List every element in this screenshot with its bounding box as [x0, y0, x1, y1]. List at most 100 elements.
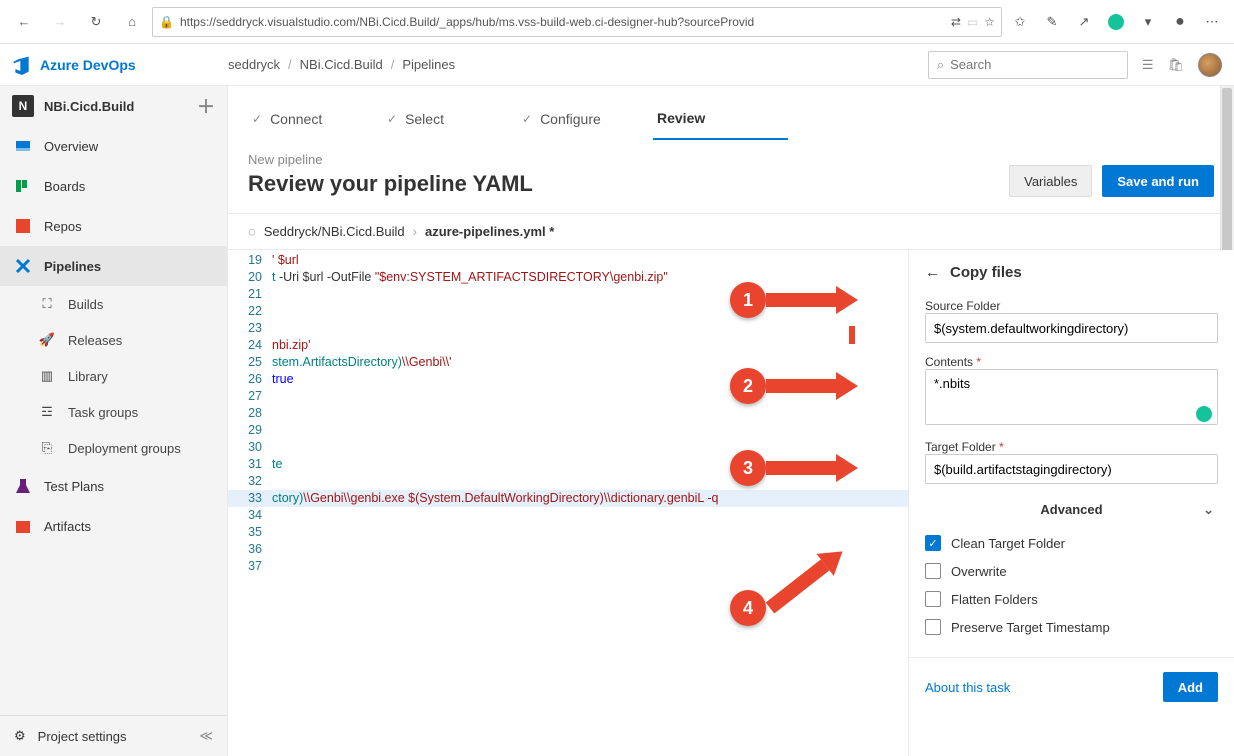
- code-line[interactable]: 22: [228, 303, 908, 320]
- target-folder-label: Target Folder *: [925, 440, 1218, 454]
- code-line[interactable]: 34: [228, 507, 908, 524]
- code-line[interactable]: 20t -Uri $url -OutFile "$env:SYSTEM_ARTI…: [228, 269, 908, 286]
- code-line[interactable]: 36: [228, 541, 908, 558]
- releases-icon: 🚀: [38, 331, 56, 349]
- breadcrumb-org[interactable]: seddryck: [228, 57, 280, 72]
- sidebar-item-artifacts[interactable]: Artifacts: [0, 506, 227, 546]
- checkbox-row[interactable]: Preserve Target Timestamp: [925, 619, 1218, 635]
- checkbox[interactable]: [925, 591, 941, 607]
- refresh-icon[interactable]: ↻: [80, 6, 112, 38]
- grammarly-icon[interactable]: [1102, 8, 1130, 36]
- sidebar-item-testplans[interactable]: Test Plans: [0, 466, 227, 506]
- forward-icon[interactable]: →: [44, 6, 76, 38]
- favorite-icon[interactable]: ☆: [984, 15, 995, 29]
- source-folder-input[interactable]: [925, 313, 1218, 343]
- translate-icon[interactable]: ⇄: [951, 15, 961, 29]
- checkbox[interactable]: [925, 619, 941, 635]
- project-settings[interactable]: ⚙ Project settings ≪: [0, 716, 227, 756]
- code-line[interactable]: 23: [228, 320, 908, 337]
- variables-button[interactable]: Variables: [1009, 165, 1092, 197]
- save-and-run-button[interactable]: Save and run: [1102, 165, 1214, 197]
- sidebar-item-pipelines[interactable]: Pipelines: [0, 246, 227, 286]
- repo-name[interactable]: Seddryck/NBi.Cicd.Build: [264, 224, 405, 239]
- favorites-bar-icon[interactable]: ✩: [1006, 8, 1034, 36]
- app-header: Azure DevOps seddryck / NBi.Cicd.Build /…: [0, 44, 1234, 86]
- sidebar-item-label: Deployment groups: [68, 441, 181, 456]
- code-line[interactable]: 28: [228, 405, 908, 422]
- more-icon[interactable]: ⋯: [1198, 8, 1226, 36]
- code-line[interactable]: 27: [228, 388, 908, 405]
- target-folder-input[interactable]: [925, 454, 1218, 484]
- code-line[interactable]: 33ctory)\\Genbi\\genbi.exe $(System.Defa…: [228, 490, 908, 507]
- step-configure[interactable]: ✓Configure: [518, 102, 653, 140]
- sidebar-item-boards[interactable]: Boards: [0, 166, 227, 206]
- checkbox-row[interactable]: Flatten Folders: [925, 591, 1218, 607]
- github-icon: ◌: [248, 224, 256, 239]
- pocket-icon[interactable]: ▾: [1134, 8, 1162, 36]
- reader-icon[interactable]: ▭: [967, 15, 978, 29]
- code-line[interactable]: 30: [228, 439, 908, 456]
- sidebar-sub-deployment[interactable]: ⎘Deployment groups: [0, 430, 227, 466]
- gear-icon: ⚙: [14, 728, 26, 744]
- checkbox-row[interactable]: ✓Clean Target Folder: [925, 535, 1218, 551]
- sidebar-item-overview[interactable]: Overview: [0, 126, 227, 166]
- search-input[interactable]: [950, 57, 1126, 72]
- sidebar-sub-library[interactable]: ▥Library: [0, 358, 227, 394]
- notes-icon[interactable]: ✎: [1038, 8, 1066, 36]
- step-label: Select: [405, 111, 444, 127]
- repos-icon: [14, 217, 32, 235]
- share-icon[interactable]: ↗: [1070, 8, 1098, 36]
- advanced-toggle[interactable]: Advanced ⌄: [925, 496, 1218, 523]
- yaml-editor[interactable]: 19' $url20t -Uri $url -OutFile "$env:SYS…: [228, 250, 908, 756]
- project-selector[interactable]: N NBi.Cicd.Build ＋: [0, 86, 227, 126]
- about-task-link[interactable]: About this task: [925, 680, 1010, 695]
- source-folder-label: Source Folder: [925, 299, 1218, 313]
- code-line[interactable]: 35: [228, 524, 908, 541]
- checkbox-label: Preserve Target Timestamp: [951, 620, 1110, 635]
- code-line[interactable]: 37: [228, 558, 908, 575]
- home-icon[interactable]: ⌂: [116, 6, 148, 38]
- shopping-bag-icon[interactable]: 🛍: [1167, 57, 1184, 73]
- code-line[interactable]: 21: [228, 286, 908, 303]
- checkbox[interactable]: ✓: [925, 535, 941, 551]
- code-line[interactable]: 26true: [228, 371, 908, 388]
- add-project-icon[interactable]: ＋: [197, 93, 215, 119]
- step-label: Connect: [270, 111, 322, 127]
- checkbox-row[interactable]: Overwrite: [925, 563, 1218, 579]
- sidebar-item-label: Releases: [68, 333, 122, 348]
- breadcrumb: seddryck / NBi.Cicd.Build / Pipelines: [228, 57, 928, 72]
- grammarly-icon: [1196, 406, 1212, 422]
- collapse-icon[interactable]: ≪: [199, 728, 213, 744]
- address-bar[interactable]: 🔒 ⇄ ▭ ☆: [152, 7, 1002, 37]
- sidebar-item-label: Artifacts: [44, 519, 91, 534]
- breadcrumb-section[interactable]: Pipelines: [402, 57, 455, 72]
- step-select[interactable]: ✓Select: [383, 102, 518, 140]
- url-input[interactable]: [180, 15, 945, 29]
- brand[interactable]: Azure DevOps: [12, 55, 228, 75]
- code-line[interactable]: 24nbi.zip': [228, 337, 908, 354]
- add-button[interactable]: Add: [1163, 672, 1218, 702]
- code-line[interactable]: 31te: [228, 456, 908, 473]
- breadcrumb-project[interactable]: NBi.Cicd.Build: [300, 57, 383, 72]
- global-search[interactable]: ⌕: [928, 51, 1128, 79]
- step-connect[interactable]: ✓Connect: [248, 102, 383, 140]
- back-icon[interactable]: ←: [8, 6, 40, 38]
- list-view-icon[interactable]: ☰: [1142, 57, 1154, 73]
- back-icon[interactable]: ←: [925, 264, 940, 281]
- contents-input[interactable]: *.nbits: [925, 369, 1218, 425]
- sidebar-item-label: Pipelines: [44, 259, 101, 274]
- pipelines-icon: [14, 257, 32, 275]
- checkbox[interactable]: [925, 563, 941, 579]
- code-line[interactable]: 19' $url: [228, 252, 908, 269]
- sidebar-item-repos[interactable]: Repos: [0, 206, 227, 246]
- code-line[interactable]: 29: [228, 422, 908, 439]
- code-line[interactable]: 25stem.ArtifactsDirectory)\\Genbi\\': [228, 354, 908, 371]
- pinterest-icon[interactable]: ●: [1166, 8, 1194, 36]
- user-avatar[interactable]: [1198, 53, 1222, 77]
- file-name: azure-pipelines.yml *: [425, 224, 554, 239]
- sidebar-sub-releases[interactable]: 🚀 Releases: [0, 322, 227, 358]
- code-line[interactable]: 32: [228, 473, 908, 490]
- sidebar-sub-taskgroups[interactable]: ☲Task groups: [0, 394, 227, 430]
- sidebar-sub-builds[interactable]: ⛶Builds: [0, 286, 227, 322]
- step-review[interactable]: Review: [653, 102, 788, 140]
